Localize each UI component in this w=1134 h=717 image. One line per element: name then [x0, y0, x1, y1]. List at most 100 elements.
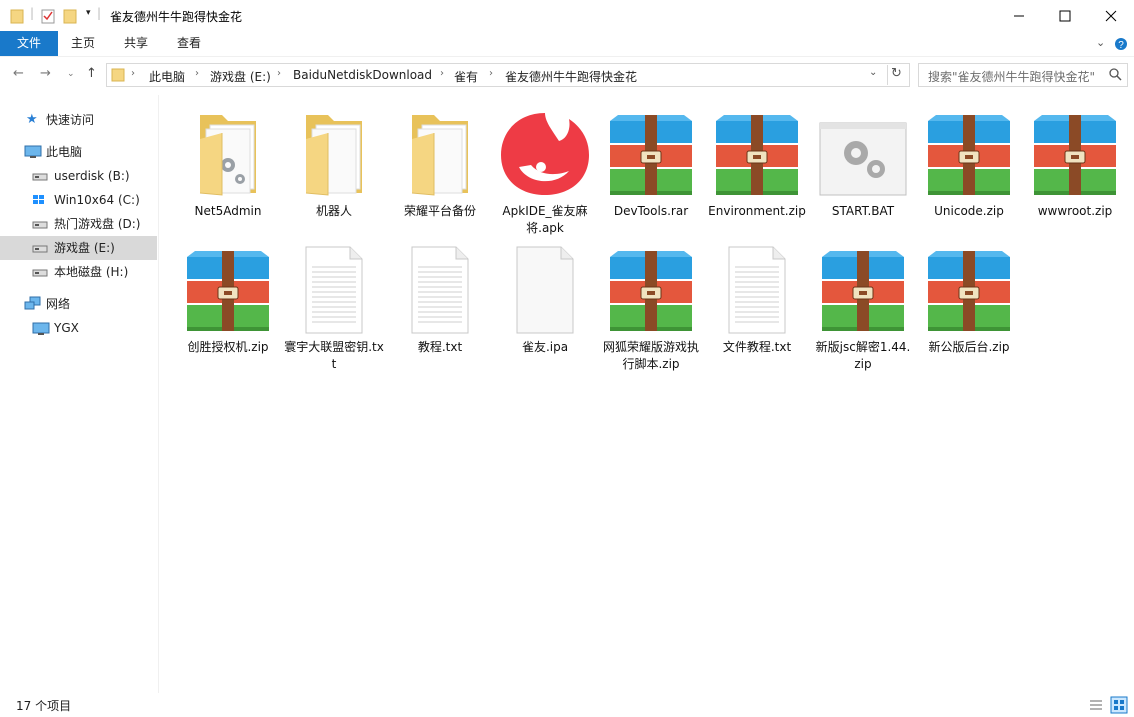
computer-icon — [32, 322, 50, 335]
file-item[interactable]: 网狐荣耀版游戏执行脚本.zip — [601, 239, 701, 374]
nav-network[interactable]: 网络 — [0, 292, 158, 316]
nav-ygx[interactable]: YGX — [0, 316, 158, 340]
file-name: Environment.zip — [708, 204, 806, 218]
blank-file-icon — [495, 241, 595, 335]
text-file-icon — [707, 241, 807, 335]
close-button[interactable] — [1088, 0, 1134, 31]
expand-ribbon-icon[interactable]: ⌄ — [1096, 36, 1105, 49]
properties-icon[interactable] — [40, 8, 56, 24]
forward-button[interactable]: → — [40, 66, 51, 81]
search-placeholder: 搜索"雀友德州牛牛跑得快金花" — [928, 70, 1096, 84]
folder-icon[interactable] — [10, 8, 24, 24]
title-bar: | ▾ | 雀友德州牛牛跑得快金花 — [0, 0, 1134, 31]
drive-icon — [32, 245, 48, 253]
file-name: 创胜授权机.zip — [187, 340, 269, 354]
breadcrumb-this-pc[interactable]: 此电脑 — [149, 68, 185, 85]
new-folder-icon[interactable] — [63, 8, 79, 24]
folder-icon — [111, 68, 125, 82]
file-item[interactable]: 机器人 — [284, 103, 384, 238]
file-name: 网狐荣耀版游戏执行脚本.zip — [602, 340, 699, 371]
status-bar: 17 个项目 — [0, 693, 1134, 717]
file-name: 文件教程.txt — [722, 340, 792, 354]
nav-this-pc[interactable]: 此电脑 — [0, 140, 158, 164]
customize-quick-access-icon[interactable]: ▾ — [86, 8, 91, 18]
address-bar[interactable]: › 此电脑 › 游戏盘 (E:) › BaiduNetdiskDownload … — [106, 63, 910, 87]
nav-drive-userdisk[interactable]: userdisk (B:) — [0, 164, 158, 188]
file-name: Unicode.zip — [934, 204, 1004, 218]
winrar-archive-icon — [1025, 105, 1125, 199]
file-item[interactable]: Environment.zip — [707, 103, 807, 238]
file-name: ApkIDE_雀友麻将.apk — [502, 204, 588, 235]
file-item[interactable]: 教程.txt — [390, 239, 490, 374]
file-name: 新版jsc解密1.44.zip — [815, 340, 911, 371]
tab-view[interactable]: 查看 — [164, 31, 214, 56]
item-count: 17 个项目 — [16, 699, 72, 713]
window-title: 雀友德州牛牛跑得快金花 — [110, 10, 243, 24]
file-item[interactable]: 寰宇大联盟密钥.txt — [284, 239, 384, 374]
winrar-archive-icon — [601, 105, 701, 199]
breadcrumb-baidunetdiskdownload[interactable]: BaiduNetdiskDownload — [293, 68, 432, 82]
file-item[interactable]: START.BAT — [813, 103, 913, 238]
file-name: 寰宇大联盟密钥.txt — [284, 340, 384, 371]
breadcrumb-drive-e[interactable]: 游戏盘 (E:) — [210, 68, 271, 85]
breadcrumb-separator[interactable]: › — [489, 68, 493, 79]
file-item[interactable]: Net5Admin — [178, 103, 278, 238]
file-item[interactable]: wwwroot.zip — [1025, 103, 1125, 238]
file-item[interactable]: 文件教程.txt — [707, 239, 807, 374]
search-icon[interactable] — [1109, 68, 1122, 81]
breadcrumb-queyou[interactable]: 雀有 — [454, 68, 478, 85]
help-icon[interactable]: ? — [1114, 37, 1128, 51]
search-input[interactable]: 搜索"雀友德州牛牛跑得快金花" — [918, 63, 1128, 87]
tab-home[interactable]: 主页 — [58, 31, 108, 56]
nav-drive-h[interactable]: 本地磁盘 (H:) — [0, 260, 158, 284]
file-item[interactable]: Unicode.zip — [919, 103, 1019, 238]
star-icon: ★ — [26, 112, 38, 127]
winrar-archive-icon — [919, 241, 1019, 335]
network-icon — [24, 296, 41, 310]
winrar-archive-icon — [813, 241, 913, 335]
details-view-icon[interactable] — [1088, 697, 1104, 713]
winrar-archive-icon — [178, 241, 278, 335]
file-item[interactable]: 雀友.ipa — [495, 239, 595, 374]
file-name: 荣耀平台备份 — [403, 204, 476, 218]
address-dropdown-icon[interactable]: ⌄ — [869, 67, 877, 78]
tab-file[interactable]: 文件 — [0, 31, 58, 56]
svg-text:?: ? — [1118, 40, 1124, 51]
large-icons-view-icon[interactable] — [1110, 696, 1128, 714]
recent-locations-icon[interactable]: ⌄ — [67, 69, 75, 79]
file-name: 教程.txt — [417, 340, 463, 354]
nav-drive-e[interactable]: 游戏盘 (E:) — [0, 236, 157, 260]
file-item[interactable]: ApkIDE_雀友麻将.apk — [495, 103, 595, 238]
file-item[interactable]: 新公版后台.zip — [919, 239, 1019, 374]
nav-quick-access[interactable]: ★ 快速访问 — [0, 108, 158, 132]
drive-icon — [32, 173, 48, 181]
nav-drive-d[interactable]: 热门游戏盘 (D:) — [0, 212, 158, 236]
file-name: Net5Admin — [194, 204, 262, 218]
nav-drive-win10x64[interactable]: Win10x64 (C:) — [0, 188, 158, 212]
file-name: 新公版后台.zip — [928, 340, 1010, 354]
file-name: 机器人 — [315, 204, 352, 218]
maximize-button[interactable] — [1042, 0, 1088, 31]
back-button[interactable]: ← — [13, 66, 24, 81]
winrar-archive-icon — [707, 105, 807, 199]
minimize-button[interactable] — [996, 0, 1042, 31]
up-button[interactable]: ↑ — [86, 66, 97, 81]
file-item[interactable]: DevTools.rar — [601, 103, 701, 238]
text-file-icon — [284, 241, 384, 335]
file-item[interactable]: 荣耀平台备份 — [390, 103, 490, 238]
breadcrumb-current-folder[interactable]: 雀友德州牛牛跑得快金花 — [505, 68, 637, 85]
apk-app-icon — [495, 105, 595, 199]
breadcrumb-separator[interactable]: › — [277, 68, 281, 79]
breadcrumb-separator[interactable]: › — [440, 68, 444, 79]
refresh-icon[interactable]: ↻ — [891, 66, 902, 81]
breadcrumb-separator[interactable]: › — [131, 68, 135, 79]
breadcrumb-separator[interactable]: › — [195, 68, 199, 79]
tab-share[interactable]: 共享 — [110, 31, 162, 56]
file-item[interactable]: 创胜授权机.zip — [178, 239, 278, 374]
folder-gear-icon — [178, 105, 278, 199]
folder-icon — [390, 105, 490, 199]
computer-icon — [24, 145, 42, 158]
file-item[interactable]: 新版jsc解密1.44.zip — [813, 239, 913, 374]
ribbon-tabs: 文件 主页 共享 查看 ⌄ ? — [0, 31, 1134, 57]
folder-icon — [284, 105, 384, 199]
